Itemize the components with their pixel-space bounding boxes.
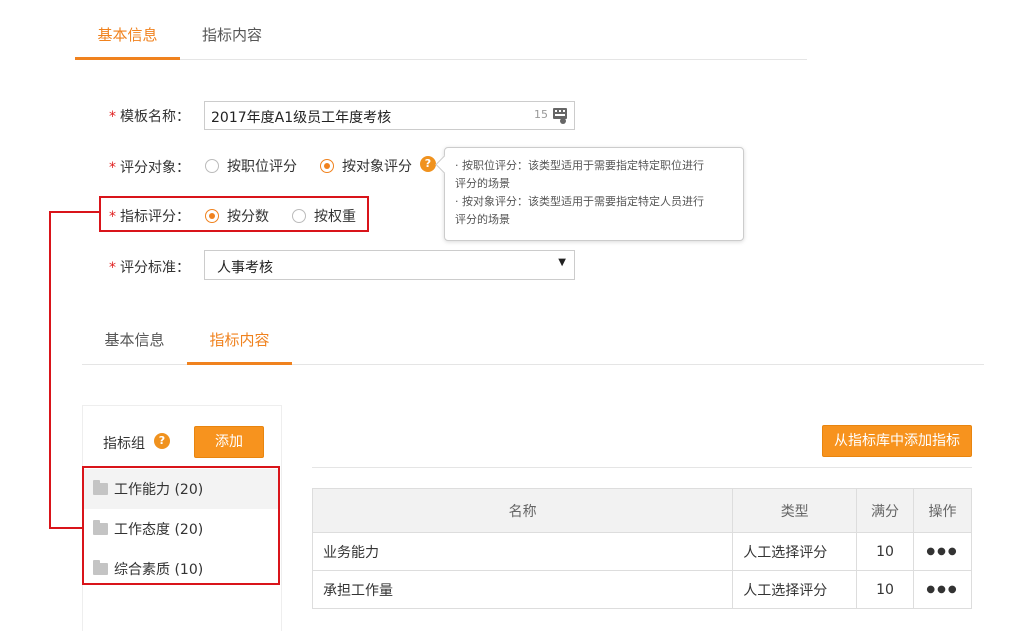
tab-metric-content-2[interactable]: 指标内容 [187, 325, 292, 365]
connector-line [49, 527, 84, 529]
cell-score: 10 [856, 570, 915, 609]
standard-select[interactable]: 人事考核 ▼ [204, 250, 575, 280]
more-icon[interactable]: ●●● [913, 532, 972, 571]
template-name-input[interactable]: 2017年度A1级员工年度考核 15 [204, 101, 575, 130]
content-tab-bar: 基本信息 指标内容 [82, 325, 984, 365]
radio-dot[interactable] [292, 209, 306, 223]
template-name-value[interactable]: 2017年度A1级员工年度考核 [211, 107, 391, 127]
col-header-name: 名称 [311, 488, 734, 533]
dropdown-arrow-icon[interactable]: ▼ [558, 257, 566, 268]
radio-dot-selected[interactable] [320, 159, 334, 173]
help-tooltip: · 按职位评分：该类型适用于需要指定特定职位进行 评分的场景 · 按对象评分：该… [444, 147, 744, 241]
table-header-row: 名称 类型 满分 操作 [311, 488, 972, 533]
tooltip-line: 评分的场景 [455, 213, 510, 226]
radio-by-position[interactable]: 按职位评分 [205, 156, 297, 176]
cell-type: 人工选择评分 [732, 570, 858, 609]
col-header-type: 类型 [732, 488, 858, 533]
radio-dot-selected[interactable] [205, 209, 219, 223]
metric-table: 名称 类型 满分 操作 业务能力 人工选择评分 10 ●●● 承担工作量 人工选… [311, 488, 972, 609]
cell-type: 人工选择评分 [732, 532, 858, 571]
metric-scoring-label: * 指标评分： [109, 209, 190, 225]
tooltip-line: 评分的场景 [455, 177, 510, 190]
col-header-score: 满分 [856, 488, 915, 533]
keyboard-icon[interactable] [553, 108, 567, 124]
group-list-highlight [82, 466, 280, 585]
standard-select-value: 人事考核 [217, 260, 273, 276]
connector-line [49, 211, 100, 213]
add-group-button[interactable]: 添加 [194, 426, 264, 458]
col-header-action: 操作 [913, 488, 972, 533]
more-icon[interactable]: ●●● [913, 570, 972, 609]
group-help-icon[interactable]: ? [154, 433, 170, 449]
connector-line [49, 211, 51, 529]
group-panel-title: 指标组 [103, 436, 145, 452]
add-from-library-button[interactable]: 从指标库中添加指标 [822, 425, 972, 457]
cell-score: 10 [856, 532, 915, 571]
target-label: * 评分对象： [109, 160, 190, 176]
divider [312, 467, 972, 468]
tab-basic-info-2[interactable]: 基本信息 [92, 325, 177, 365]
radio-by-target[interactable]: 按对象评分 [320, 156, 412, 176]
template-name-label: * 模板名称： [109, 109, 190, 125]
radio-dot[interactable] [205, 159, 219, 173]
cell-name: 承担工作量 [311, 570, 734, 609]
table-row[interactable]: 承担工作量 人工选择评分 10 ●●● [311, 570, 972, 609]
table-row[interactable]: 业务能力 人工选择评分 10 ●●● [311, 532, 972, 571]
radio-by-score[interactable]: 按分数 [205, 206, 269, 226]
tooltip-line: · 按职位评分：该类型适用于需要指定特定职位进行 [455, 159, 704, 172]
top-tab-bar: 基本信息 指标内容 [75, 14, 807, 60]
char-count: 15 [534, 108, 548, 121]
help-icon[interactable]: ? [420, 156, 436, 172]
standard-label: * 评分标准： [109, 260, 190, 276]
tab-metric-content[interactable]: 指标内容 [187, 14, 277, 60]
tooltip-line: · 按对象评分：该类型适用于需要指定特定人员进行 [455, 195, 704, 208]
radio-by-weight[interactable]: 按权重 [292, 206, 356, 226]
tab-basic-info[interactable]: 基本信息 [75, 14, 180, 60]
cell-name: 业务能力 [311, 532, 734, 571]
